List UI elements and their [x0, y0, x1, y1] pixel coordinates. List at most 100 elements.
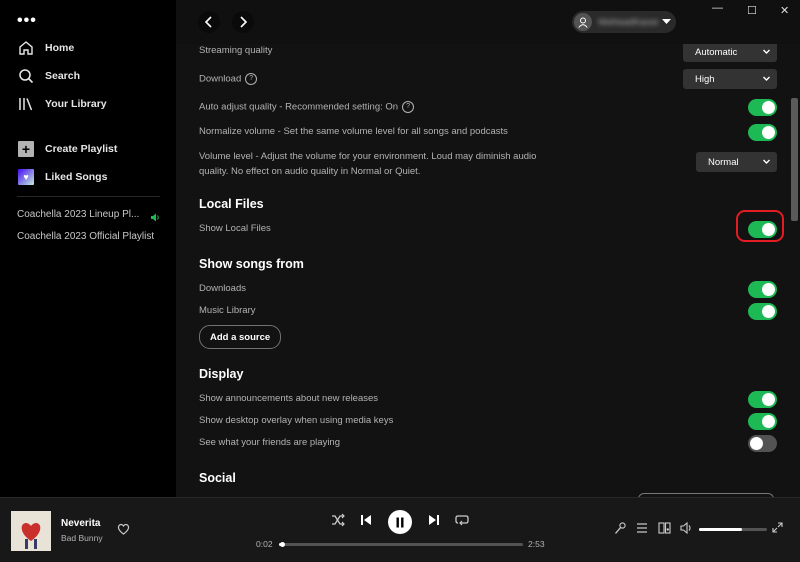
nav-library[interactable]: Your Library [17, 95, 107, 113]
nav-home[interactable]: Home [17, 39, 74, 57]
search-icon [17, 67, 35, 85]
fullscreen-icon[interactable] [772, 522, 783, 533]
library-icon [17, 95, 35, 113]
toggle-knob [750, 437, 763, 450]
avatar [574, 13, 592, 31]
chevron-down-icon [763, 49, 770, 54]
toggle-knob [762, 415, 775, 428]
desktop-overlay-label: Show desktop overlay when using media ke… [199, 415, 394, 426]
back-button[interactable] [198, 11, 220, 33]
user-menu-button[interactable]: WelheadKassel [572, 11, 676, 33]
caret-down-icon [662, 19, 671, 24]
repeat-icon[interactable] [455, 513, 469, 527]
progress-bar[interactable] [279, 542, 523, 547]
nav-library-label: Your Library [45, 98, 107, 110]
close-button[interactable]: ✕ [780, 4, 789, 17]
toggle-knob [762, 305, 775, 318]
display-heading: Display [199, 367, 244, 381]
microphone-icon[interactable] [614, 522, 626, 535]
album-cover[interactable] [11, 511, 51, 551]
social-heading: Social [199, 471, 236, 485]
maximize-button[interactable]: ☐ [747, 4, 757, 17]
minimize-button[interactable]: — [712, 2, 723, 14]
download-quality-value: High [695, 73, 715, 85]
auto-adjust-label: Auto adjust quality - Recommended settin… [199, 101, 399, 113]
download-label: Download [199, 73, 242, 85]
volume-icon[interactable] [680, 522, 693, 534]
music-library-label: Music Library [199, 305, 256, 316]
more-menu-icon[interactable]: ••• [17, 12, 37, 30]
chevron-down-icon [763, 159, 770, 164]
add-source-button[interactable]: Add a source [199, 325, 282, 349]
forward-button[interactable] [232, 11, 254, 33]
liked-songs-button[interactable]: ♥ Liked Songs [17, 168, 107, 186]
volume-level-setting: Volume level - Adjust the volume for you… [199, 149, 536, 179]
playlist-item[interactable]: Coachella 2023 Lineup Pl... [17, 209, 139, 220]
chevron-down-icon [763, 76, 770, 81]
track-artist[interactable]: Bad Bunny [61, 533, 103, 543]
create-playlist-button[interactable]: + Create Playlist [17, 140, 117, 158]
streaming-quality-select[interactable]: Automatic [683, 42, 777, 62]
highlight-annotation [736, 210, 784, 242]
sidebar-divider [17, 196, 160, 197]
shuffle-icon[interactable] [331, 513, 345, 527]
create-playlist-label: Create Playlist [45, 143, 118, 155]
previous-track-icon[interactable] [360, 513, 372, 527]
help-icon[interactable]: ? [402, 101, 415, 113]
user-name: WelheadKassel [598, 17, 658, 27]
speaker-playing-icon [150, 209, 160, 227]
user-icon [578, 17, 588, 28]
help-icon[interactable]: ? [245, 73, 258, 85]
scrollbar-thumb[interactable] [791, 98, 798, 221]
pause-icon [396, 517, 404, 527]
music-library-toggle[interactable] [748, 303, 777, 320]
next-track-icon[interactable] [428, 513, 440, 527]
volume-level-select[interactable]: Normal [696, 152, 777, 172]
downloads-toggle[interactable] [748, 281, 777, 298]
heart-icon: ♥ [18, 169, 34, 185]
toggle-knob [762, 393, 775, 406]
announcements-toggle[interactable] [748, 391, 777, 408]
friends-activity-toggle[interactable] [748, 435, 777, 452]
progress-knob[interactable] [279, 542, 285, 547]
download-setting: Download? [199, 73, 258, 85]
downloads-label: Downloads [199, 283, 246, 294]
volume-slider[interactable] [699, 528, 767, 531]
show-songs-from-heading: Show songs from [199, 257, 304, 271]
sidebar: ••• Home Search Your Library + Create Pl… [0, 0, 176, 497]
pause-button[interactable] [388, 510, 412, 534]
nav-search[interactable]: Search [17, 67, 80, 85]
volume-level-value: Normal [708, 156, 739, 168]
toggle-knob [762, 126, 775, 139]
elapsed-time: 0:02 [256, 539, 273, 549]
total-duration: 2:53 [528, 539, 545, 549]
local-files-heading: Local Files [199, 197, 264, 211]
auto-adjust-setting: Auto adjust quality - Recommended settin… [199, 101, 415, 113]
player-bar: Neverita Bad Bunny 0:02 2:53 [0, 497, 800, 562]
nav-home-label: Home [45, 42, 75, 54]
volume-level-label-line1: Volume level - Adjust the volume for you… [199, 151, 537, 162]
desktop-overlay-toggle[interactable] [748, 413, 777, 430]
track-title[interactable]: Neverita [61, 518, 100, 529]
normalize-volume-toggle[interactable] [748, 124, 777, 141]
settings-panel: Streaming quality Automatic Download? Hi… [176, 0, 800, 497]
queue-icon[interactable] [636, 522, 648, 534]
liked-songs-label: Liked Songs [45, 171, 108, 183]
chevron-left-icon [204, 16, 212, 28]
toggle-knob [762, 101, 775, 114]
volume-fill [699, 528, 742, 531]
streaming-quality-value: Automatic [695, 46, 738, 58]
announcements-label: Show announcements about new releases [199, 393, 379, 404]
connect-device-icon[interactable] [658, 522, 671, 534]
top-bar: WelheadKassel — ☐ ✕ [176, 0, 800, 44]
streaming-quality-label: Streaming quality [199, 45, 273, 56]
playlist-item[interactable]: Coachella 2023 Official Playlist [17, 231, 154, 242]
auto-adjust-toggle[interactable] [748, 99, 777, 116]
nav-search-label: Search [45, 70, 81, 82]
heart-outline-icon[interactable] [117, 523, 130, 535]
friends-activity-label: See what your friends are playing [199, 437, 340, 448]
normalize-volume-label: Normalize volume - Set the same volume l… [199, 126, 508, 137]
download-quality-select[interactable]: High [683, 69, 777, 89]
show-local-files-label: Show Local Files [199, 223, 271, 234]
toggle-knob [762, 283, 775, 296]
